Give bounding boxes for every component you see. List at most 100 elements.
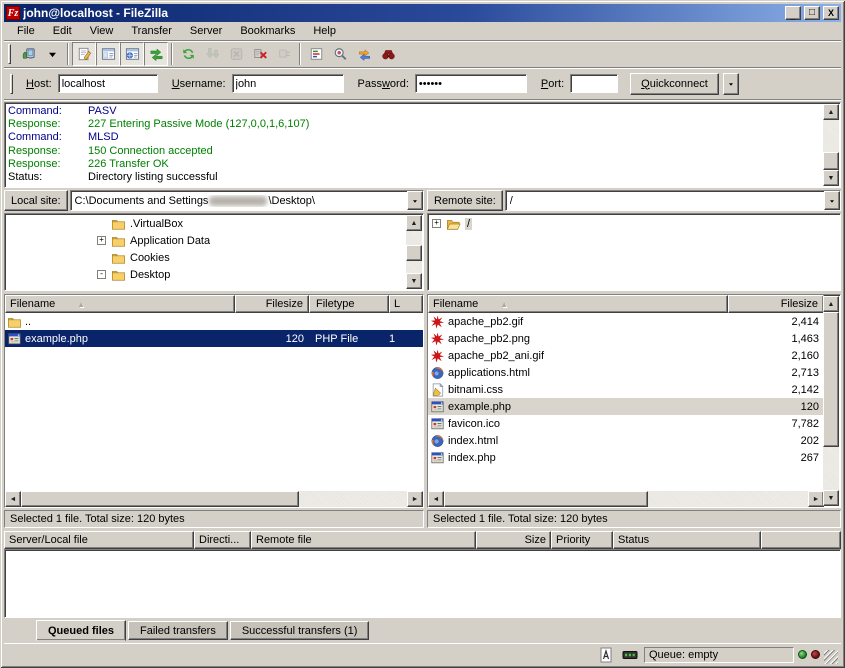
scroll-down-button[interactable] xyxy=(406,273,422,289)
remote-hscrollbar[interactable] xyxy=(428,491,824,507)
apache_pb2.png[interactable]: apache_pb2.png 1,463 xyxy=(428,330,824,347)
scroll-left-button[interactable] xyxy=(428,491,444,507)
local-tree-scrollbar[interactable] xyxy=(406,215,422,289)
favicon.ico[interactable]: favicon.ico 7,782 xyxy=(428,415,824,432)
queue-column-header[interactable]: Directi... xyxy=(194,531,251,549)
scroll-track[interactable] xyxy=(823,120,839,170)
scroll-right-button[interactable] xyxy=(808,491,824,507)
column-header-filename[interactable]: Filename▲ xyxy=(428,295,728,313)
process-queue-button[interactable] xyxy=(200,42,224,66)
synchronized-browsing-button[interactable] xyxy=(352,42,376,66)
tab-failed-transfers[interactable]: Failed transfers xyxy=(128,621,228,640)
tab-successful-transfers[interactable]: Successful transfers (1) xyxy=(230,621,370,640)
column-header-filetype[interactable]: Filetype xyxy=(309,295,389,313)
remote-vscrollbar[interactable] xyxy=(823,296,839,506)
scroll-track[interactable] xyxy=(823,312,839,490)
scroll-down-button[interactable] xyxy=(823,170,839,186)
tree-item[interactable]: Cookies xyxy=(5,249,423,266)
queue-column-header[interactable]: Status xyxy=(613,531,761,549)
scroll-left-button[interactable] xyxy=(5,491,21,507)
tab-queued-files[interactable]: Queued files xyxy=(36,620,126,641)
speed-limit-icon[interactable] xyxy=(620,647,640,663)
remote-site-dropdown-button[interactable] xyxy=(824,191,840,210)
scroll-thumb[interactable] xyxy=(444,491,648,507)
site-manager-dropdown-button[interactable] xyxy=(40,42,64,66)
menu-edit[interactable]: Edit xyxy=(44,23,81,39)
toolbar-grip[interactable] xyxy=(8,44,11,64)
password-input[interactable] xyxy=(415,74,527,93)
refresh-button[interactable] xyxy=(176,42,200,66)
queue-column-header[interactable]: Remote file xyxy=(251,531,476,549)
index.php[interactable]: index.php 267 xyxy=(428,449,824,466)
index.html[interactable]: index.html 202 xyxy=(428,432,824,449)
cancel-operation-button[interactable] xyxy=(224,42,248,66)
expander-icon[interactable]: + xyxy=(432,219,441,228)
applications.html[interactable]: applications.html 2,713 xyxy=(428,364,824,381)
username-input[interactable] xyxy=(232,74,344,93)
toggle-local-tree-button[interactable] xyxy=(96,42,120,66)
log-scrollbar[interactable] xyxy=(823,104,839,186)
scroll-thumb[interactable] xyxy=(823,152,839,170)
queue-column-header[interactable]: Size xyxy=(476,531,551,549)
titlebar[interactable]: Fz john@localhost - FileZilla _ □ X xyxy=(4,4,841,22)
scroll-track[interactable] xyxy=(444,491,808,507)
tree-item[interactable]: + / xyxy=(428,215,840,232)
port-input[interactable] xyxy=(570,74,618,93)
example.php[interactable]: example.php 120 xyxy=(428,398,824,415)
host-input[interactable] xyxy=(58,74,158,93)
bitnami.css[interactable]: bitnami.css 2,142 xyxy=(428,381,824,398)
quickconnect-grip[interactable] xyxy=(10,74,13,94)
column-header-last-modified[interactable]: L xyxy=(389,295,423,313)
scroll-right-button[interactable] xyxy=(407,491,423,507)
directory-comparison-button[interactable] xyxy=(328,42,352,66)
scroll-track[interactable] xyxy=(406,231,422,273)
minimize-button[interactable]: _ xyxy=(785,6,801,20)
scroll-thumb[interactable] xyxy=(823,312,839,447)
close-button[interactable]: X xyxy=(823,6,839,20)
resize-grip[interactable] xyxy=(824,650,838,664)
menu-help[interactable]: Help xyxy=(304,23,345,39)
scroll-up-button[interactable] xyxy=(823,104,839,120)
column-header-filename[interactable]: Filename▲ xyxy=(5,295,235,313)
tree-item[interactable]: - Desktop xyxy=(5,266,423,283)
toggle-message-log-button[interactable] xyxy=(72,42,96,66)
filter-button[interactable] xyxy=(304,42,328,66)
expander-icon[interactable]: - xyxy=(97,270,106,279)
remote-site-combo[interactable]: / xyxy=(505,190,841,211)
scroll-track[interactable] xyxy=(21,491,407,507)
quickconnect-button[interactable]: Quickconnect xyxy=(630,73,719,95)
quickconnect-dropdown-button[interactable] xyxy=(723,73,739,95)
local-hscrollbar[interactable] xyxy=(5,491,423,507)
queue-column-header[interactable] xyxy=(761,531,841,549)
transfer-type-ascii-icon[interactable] xyxy=(596,647,616,663)
queue-column-header[interactable]: Priority xyxy=(551,531,613,549)
scroll-down-button[interactable] xyxy=(823,490,839,506)
menu-transfer[interactable]: Transfer xyxy=(122,23,181,39)
column-header-filesize[interactable]: Filesize xyxy=(728,295,824,313)
apache_pb2.gif[interactable]: apache_pb2.gif 2,414 xyxy=(428,313,824,330)
site-manager-button[interactable] xyxy=(16,42,40,66)
scroll-thumb[interactable] xyxy=(406,245,422,261)
queue-column-header[interactable]: Server/Local file xyxy=(4,531,194,549)
toggle-remote-tree-button[interactable] xyxy=(120,42,144,66)
tree-item[interactable]: + Application Data xyxy=(5,232,423,249)
expander-icon[interactable]: + xyxy=(97,236,106,245)
scroll-up-button[interactable] xyxy=(406,215,422,231)
local-site-combo[interactable]: C:\Documents and Settings\Desktop\ xyxy=(70,190,424,211)
scroll-up-button[interactable] xyxy=(823,296,839,312)
local-site-dropdown-button[interactable] xyxy=(407,191,423,210)
tree-item[interactable]: .VirtualBox xyxy=(5,215,423,232)
..[interactable]: .. xyxy=(5,313,423,330)
find-files-button[interactable] xyxy=(376,42,400,66)
menu-bookmarks[interactable]: Bookmarks xyxy=(231,23,304,39)
example.php[interactable]: example.php 120 PHP File 1 xyxy=(5,330,423,347)
column-header-filesize[interactable]: Filesize xyxy=(235,295,309,313)
menu-view[interactable]: View xyxy=(81,23,123,39)
disconnect-button[interactable] xyxy=(248,42,272,66)
scroll-thumb[interactable] xyxy=(21,491,299,507)
toggle-queue-button[interactable] xyxy=(144,42,168,66)
maximize-button[interactable]: □ xyxy=(804,6,820,20)
menu-file[interactable]: File xyxy=(8,23,44,39)
reconnect-button[interactable] xyxy=(272,42,296,66)
apache_pb2_ani.gif[interactable]: apache_pb2_ani.gif 2,160 xyxy=(428,347,824,364)
